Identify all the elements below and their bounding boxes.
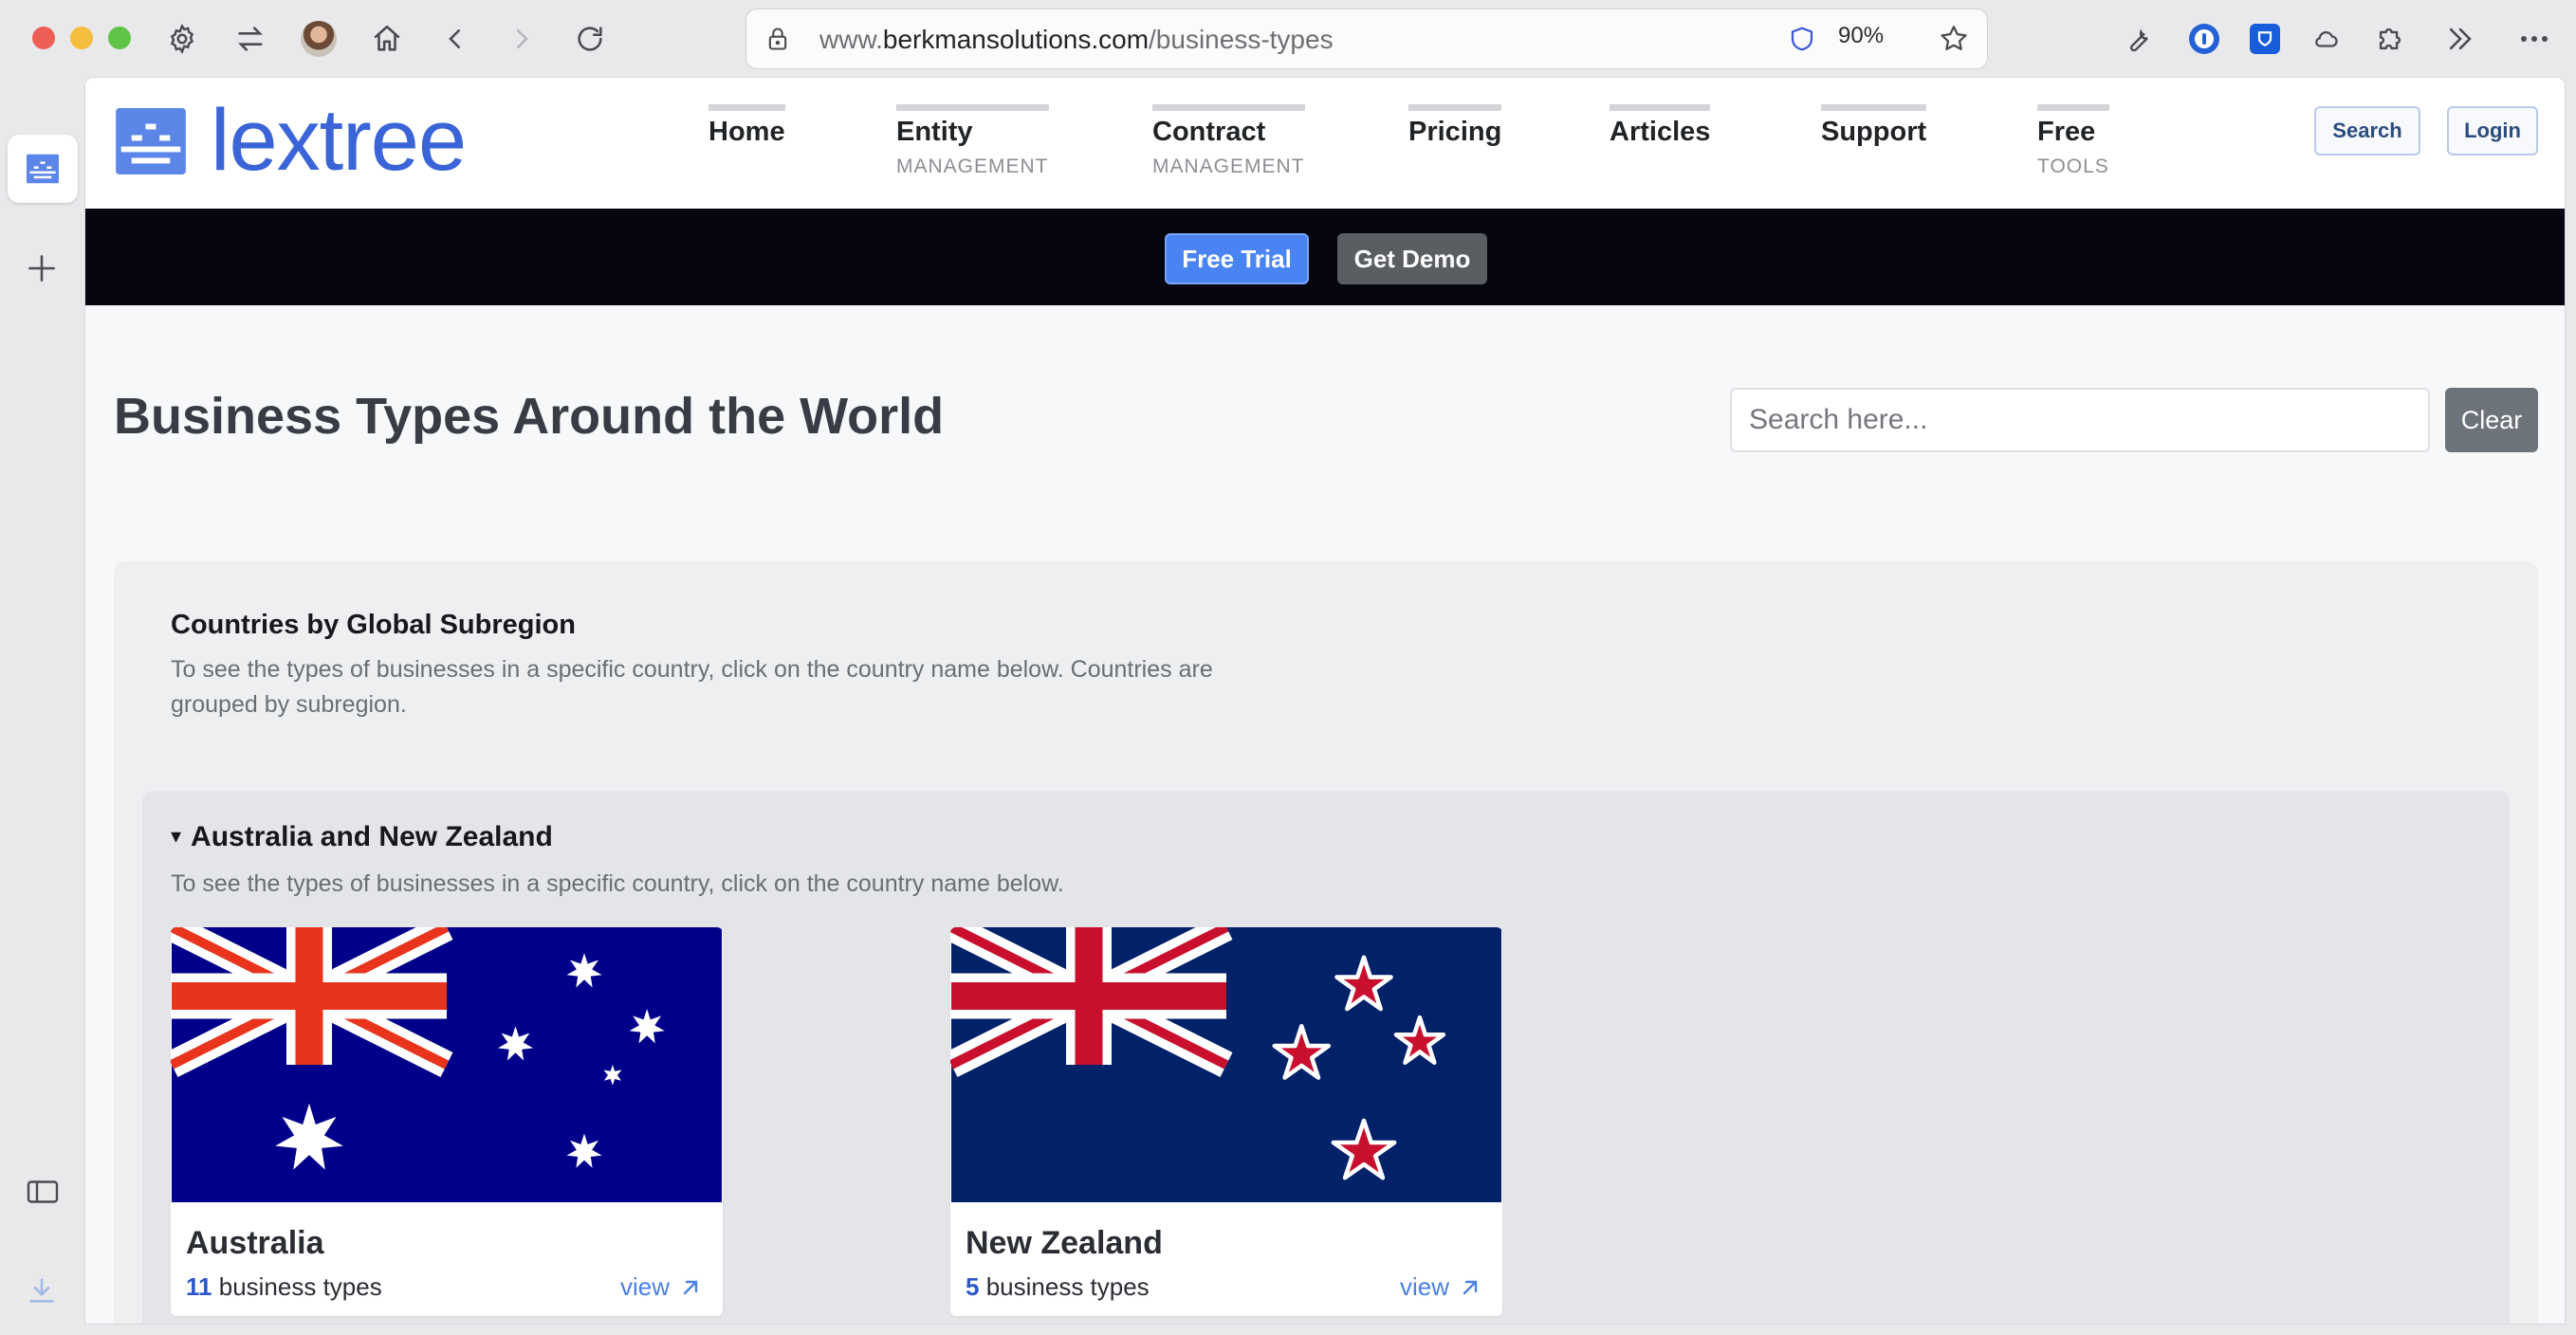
external-arrow-icon (1463, 1280, 1478, 1294)
logo-wordmark[interactable]: lextree (211, 91, 467, 191)
close-window-button[interactable] (32, 27, 55, 49)
web-page: lextree Home Entity MANAGEMENT Contract MA… (85, 78, 2565, 1324)
disclosure-triangle-icon[interactable]: ▾ (171, 824, 181, 848)
clear-button[interactable]: Clear (2445, 388, 2538, 452)
home-icon[interactable] (364, 16, 410, 62)
view-link[interactable]: view (1400, 1272, 1481, 1302)
zoom-window-button[interactable] (108, 27, 131, 49)
get-demo-button[interactable]: Get Demo (1337, 233, 1487, 284)
shield-icon[interactable] (1779, 16, 1825, 62)
back-icon[interactable] (432, 16, 478, 62)
header-search-button[interactable]: Search (2314, 106, 2420, 155)
browser-sidebar (0, 78, 85, 1335)
menu-ellipsis-icon[interactable] (2512, 16, 2557, 62)
downloads-icon[interactable] (26, 1274, 58, 1307)
cta-banner (85, 209, 2565, 305)
country-name[interactable]: Australia (186, 1225, 324, 1262)
minimize-window-button[interactable] (70, 27, 93, 49)
panel-description: To see the types of businesses in a spec… (171, 656, 1213, 718)
panel-title: Countries by Global Subregion (171, 610, 576, 640)
sync-arrows-icon[interactable] (228, 16, 273, 62)
nav-contract-management[interactable]: Contract MANAGEMENT (1152, 104, 1305, 178)
forward-icon[interactable] (499, 16, 544, 62)
sidebar-tab-lextree[interactable] (8, 135, 78, 203)
free-trial-button[interactable]: Free Trial (1165, 233, 1309, 284)
nav-home[interactable]: Home (708, 104, 785, 155)
nav-free-tools[interactable]: Free TOOLS (2037, 104, 2109, 178)
extensions-puzzle-icon[interactable] (2367, 16, 2413, 62)
nav-entity-management[interactable]: Entity MANAGEMENT (896, 104, 1049, 178)
nav-pricing[interactable]: Pricing (1408, 104, 1502, 155)
sidebar-toggle-icon[interactable] (26, 1178, 60, 1206)
nav-support[interactable]: Support (1821, 104, 1927, 155)
page-title: Business Types Around the World (114, 388, 945, 445)
nav-articles[interactable]: Articles (1610, 104, 1711, 155)
search-input[interactable] (1730, 388, 2430, 452)
reload-icon[interactable] (567, 16, 613, 62)
password-manager-icon[interactable] (2181, 16, 2227, 62)
bookmark-star-icon[interactable] (1931, 16, 1977, 62)
australia-flag-icon[interactable] (171, 927, 723, 1202)
more-tools-chevron-icon[interactable] (2438, 16, 2483, 62)
profile-avatar[interactable] (296, 16, 341, 62)
country-card-new-zealand[interactable]: New Zealand 5 business types view (950, 927, 1502, 1316)
country-name[interactable]: New Zealand (966, 1225, 1163, 1262)
lextree-logo-icon[interactable] (116, 108, 186, 174)
settings-icon[interactable] (159, 16, 205, 62)
zoom-level[interactable]: 90% (1838, 23, 1884, 49)
region-description: To see the types of businesses in a spec… (171, 870, 1064, 897)
region-title[interactable]: Australia and New Zealand (191, 821, 553, 852)
new-zealand-flag-icon[interactable] (950, 927, 1502, 1202)
bitwarden-icon[interactable] (2242, 16, 2288, 62)
lock-icon[interactable] (755, 16, 800, 62)
business-type-count: 11 business types (186, 1272, 382, 1301)
url-text[interactable]: www.berkmansolutions.com/business-types (819, 25, 1334, 55)
wrench-icon[interactable] (2115, 16, 2161, 62)
country-card-australia[interactable]: Australia 11 business types view (171, 927, 723, 1316)
view-link[interactable]: view (620, 1272, 702, 1302)
browser-toolbar: www.berkmansolutions.com/business-types … (0, 0, 2576, 78)
external-arrow-icon (683, 1280, 698, 1294)
cloud-icon[interactable] (2303, 16, 2348, 62)
login-button[interactable]: Login (2447, 106, 2538, 155)
business-type-count: 5 business types (966, 1272, 1150, 1301)
region-toggle[interactable]: ▾ Australia and New Zealand (171, 821, 553, 853)
new-tab-plus-icon[interactable] (24, 250, 60, 286)
